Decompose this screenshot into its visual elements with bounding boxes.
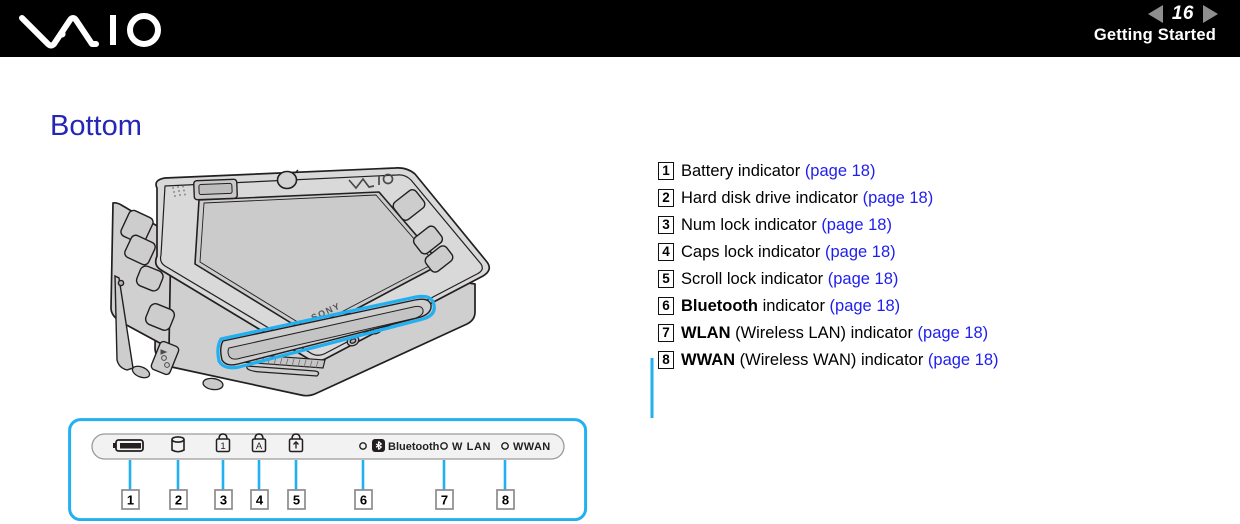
legend-label: Battery indicator: [681, 162, 805, 180]
device-illustration: SONY: [110, 167, 491, 397]
svg-text:4: 4: [256, 493, 264, 508]
legend-number: 3: [658, 216, 674, 234]
list-item: 6 Bluetooth indicator (page 18): [658, 295, 1218, 322]
legend-label: Hard disk drive indicator: [681, 189, 863, 207]
svg-text:6: 6: [360, 493, 367, 508]
legend-number: 2: [658, 189, 674, 207]
list-item: 1 Battery indicator (page 18): [658, 160, 1218, 187]
legend-label: Scroll lock indicator: [681, 270, 828, 288]
legend-number: 1: [658, 162, 674, 180]
page-header: 16 Getting Started: [0, 0, 1240, 57]
legend-text: Caps lock indicator (page 18): [681, 241, 896, 262]
indicator-bar: [91, 433, 565, 460]
page-reference-link[interactable]: (page 18): [863, 189, 934, 207]
legend-text: Num lock indicator (page 18): [681, 214, 892, 235]
svg-text:1: 1: [127, 493, 134, 508]
legend-bold-term: Bluetooth: [681, 297, 758, 315]
page-reference-link[interactable]: (page 18): [825, 243, 896, 261]
list-item: 2 Hard disk drive indicator (page 18): [658, 187, 1218, 214]
legend-bold-term: WLAN: [681, 324, 731, 342]
indicator-callout-panel: 1 A Bluetooth W LAN WWAN 1 2 3 4 5 6 7 8: [68, 418, 588, 521]
section-title: Getting Started: [1093, 26, 1216, 44]
page-reference-link[interactable]: (page 18): [928, 351, 999, 369]
fingerprint-sensor-icon: [193, 178, 238, 201]
legend-label: Num lock indicator: [681, 216, 822, 234]
legend-label: (Wireless LAN) indicator: [730, 324, 918, 342]
legend-text: WLAN (Wireless LAN) indicator (page 18): [681, 322, 988, 343]
list-item: 7 WLAN (Wireless LAN) indicator (page 18…: [658, 322, 1218, 349]
list-item: 4 Caps lock indicator (page 18): [658, 241, 1218, 268]
page-title: Bottom: [50, 110, 142, 142]
svg-text:8: 8: [502, 493, 509, 508]
indicator-legend-list: 1 Battery indicator (page 18) 2 Hard dis…: [658, 160, 1218, 376]
list-item: 8 WWAN (Wireless WAN) indicator (page 18…: [658, 349, 1218, 376]
legend-text: Battery indicator (page 18): [681, 160, 875, 181]
svg-text:7: 7: [441, 493, 448, 508]
svg-text:A: A: [256, 441, 263, 452]
page-navigation[interactable]: 16: [1147, 2, 1218, 26]
legend-number: 6: [658, 297, 674, 315]
legend-number: 8: [658, 351, 674, 369]
legend-number: 7: [658, 324, 674, 342]
manual-page: 16 Getting Started Bottom SONY 1 A Bluet…: [0, 0, 1240, 524]
legend-number: 4: [658, 243, 674, 261]
bluetooth-label: Bluetooth: [388, 441, 440, 453]
legend-text: Hard disk drive indicator (page 18): [681, 187, 933, 208]
legend-label: (Wireless WAN) indicator: [735, 351, 928, 369]
legend-label: indicator: [757, 297, 830, 315]
legend-text: Bluetooth indicator (page 18): [681, 295, 900, 316]
svg-text:1: 1: [220, 441, 225, 452]
next-page-arrow[interactable]: [1203, 5, 1218, 23]
list-item: 3 Num lock indicator (page 18): [658, 214, 1218, 241]
legend-number: 5: [658, 270, 674, 288]
legend-bold-term: WWAN: [681, 351, 736, 369]
svg-text:3: 3: [220, 493, 227, 508]
prev-page-arrow[interactable]: [1147, 5, 1163, 23]
page-reference-link[interactable]: (page 18): [830, 297, 901, 315]
legend-label: Caps lock indicator: [681, 243, 825, 261]
page-reference-link[interactable]: (page 18): [918, 324, 989, 342]
list-item: 5 Scroll lock indicator (page 18): [658, 268, 1218, 295]
wlan-label: W LAN: [452, 441, 491, 453]
page-reference-link[interactable]: (page 18): [821, 216, 892, 234]
svg-text:2: 2: [175, 493, 182, 508]
page-reference-link[interactable]: (page 18): [828, 270, 899, 288]
camera-icon: [276, 169, 299, 190]
page-number: 16: [1171, 3, 1194, 24]
wwan-label: WWAN: [513, 441, 551, 453]
page-reference-link[interactable]: (page 18): [805, 162, 876, 180]
legend-text: WWAN (Wireless WAN) indicator (page 18): [681, 349, 999, 370]
legend-text: Scroll lock indicator (page 18): [681, 268, 898, 289]
svg-text:5: 5: [293, 493, 300, 508]
vaio-logo: [19, 13, 161, 49]
